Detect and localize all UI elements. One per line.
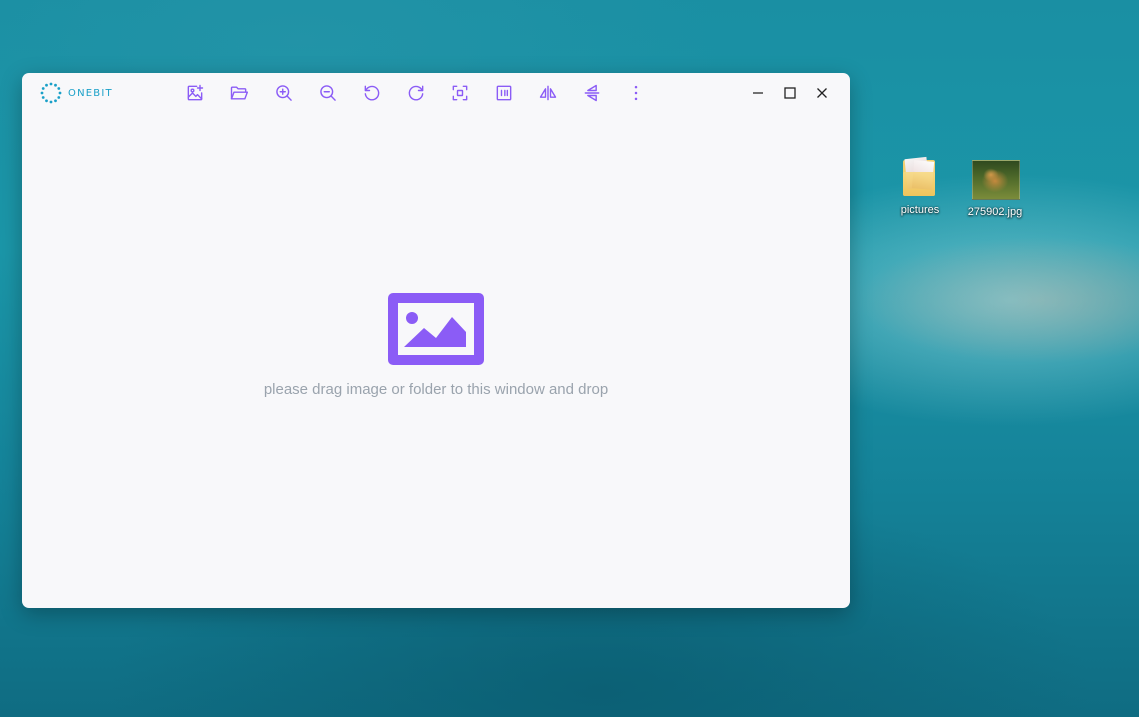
rotate-left-button[interactable]	[360, 81, 384, 105]
app-name: ONEBIT	[68, 87, 113, 99]
image-file-icon	[972, 160, 1020, 200]
rotate-cw-icon	[408, 85, 424, 101]
fit-screen-icon	[452, 85, 468, 101]
fit-to-window-button[interactable]	[448, 81, 472, 105]
minimize-icon	[753, 92, 763, 94]
more-options-button[interactable]	[624, 81, 648, 105]
desktop-icon-pictures[interactable]: pictures	[884, 156, 956, 216]
desktop-icon-label: pictures	[900, 204, 940, 216]
zoom-out-icon	[320, 85, 336, 101]
image-viewer-window: ONEBIT please drag image or folder to th…	[22, 73, 850, 608]
zoom-out-button[interactable]	[316, 81, 340, 105]
image-drop-zone[interactable]: please drag image or folder to this wind…	[22, 113, 850, 608]
actual-size-button[interactable]	[492, 81, 516, 105]
folder-icon	[897, 156, 943, 198]
image-plus-icon	[187, 84, 204, 101]
add-image-button[interactable]	[183, 81, 207, 105]
flip-vertical-icon	[584, 84, 600, 102]
actual-size-icon	[496, 85, 512, 101]
onebit-logo-icon	[40, 82, 62, 104]
rotate-ccw-icon	[364, 85, 380, 101]
app-logo: ONEBIT	[40, 82, 113, 104]
maximize-icon	[784, 87, 796, 99]
desktop-icon-275902-jpg[interactable]: 275902.jpg	[959, 160, 1031, 218]
flip-vertical-button[interactable]	[580, 81, 604, 105]
maximize-button[interactable]	[778, 81, 802, 105]
flip-horizontal-button[interactable]	[536, 81, 560, 105]
desktop: pictures 275902.jpg ONEBIT please drag i…	[0, 0, 1139, 717]
zoom-in-button[interactable]	[272, 81, 296, 105]
desktop-icon-label: 275902.jpg	[967, 206, 1023, 218]
image-placeholder-icon	[388, 293, 484, 365]
more-vertical-icon	[634, 85, 638, 101]
flip-horizontal-icon	[539, 85, 557, 101]
minimize-button[interactable]	[746, 81, 770, 105]
drop-hint-text: please drag image or folder to this wind…	[263, 381, 609, 398]
open-folder-button[interactable]	[227, 81, 251, 105]
title-bar[interactable]: ONEBIT	[22, 73, 850, 113]
folder-open-icon	[230, 86, 249, 100]
zoom-in-icon	[276, 85, 292, 101]
close-button[interactable]	[810, 81, 834, 105]
close-icon	[817, 88, 827, 98]
rotate-right-button[interactable]	[404, 81, 428, 105]
